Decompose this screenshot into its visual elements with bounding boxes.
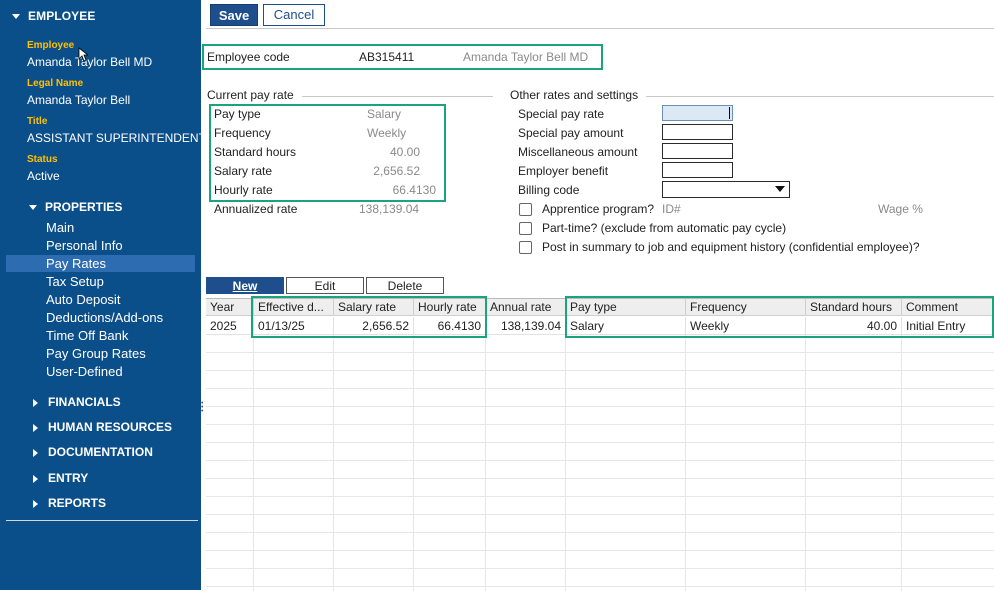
- grid-rate-highlight: [251, 296, 487, 338]
- title-value: ASSISTANT SUPERINTENDENT: [27, 131, 206, 145]
- section-financials[interactable]: FINANCIALS: [33, 395, 121, 409]
- standard-hours-label: Standard hours: [214, 145, 297, 159]
- sidebar-item-tax-setup[interactable]: Tax Setup: [6, 273, 195, 290]
- employee-label: Employee: [27, 40, 75, 51]
- pay-rates-grid: Year Effective d... Salary rate Hourly r…: [206, 298, 994, 591]
- pay-type-label: Pay type: [214, 107, 261, 121]
- chevron-right-icon: [33, 499, 38, 508]
- employee-value: Amanda Taylor Bell MD: [27, 55, 153, 69]
- sidebar-item-personal-info[interactable]: Personal Info: [6, 237, 195, 254]
- employer-benefit-input[interactable]: [662, 162, 733, 178]
- sidebar: EMPLOYEE Employee Amanda Taylor Bell MD …: [0, 0, 206, 590]
- cell-annual-rate: 138,139.04: [486, 317, 566, 335]
- chevron-down-icon: [775, 186, 785, 192]
- grid-paytype-highlight: [565, 296, 994, 338]
- post-summary-checkbox[interactable]: [519, 241, 532, 254]
- sidebar-item-pay-rates[interactable]: Pay Rates: [6, 255, 195, 272]
- sidebar-item-user-defined[interactable]: User-Defined: [6, 363, 195, 380]
- salary-rate-label: Salary rate: [214, 164, 273, 178]
- sidebar-item-pay-group-rates[interactable]: Pay Group Rates: [6, 345, 195, 362]
- section-documentation[interactable]: DOCUMENTATION: [33, 445, 153, 459]
- id-label: ID#: [662, 202, 681, 216]
- special-pay-rate-label: Special pay rate: [518, 107, 605, 121]
- empty-grid-lines: [206, 335, 994, 591]
- frequency-label: Frequency: [214, 126, 271, 140]
- employee-code-label: Employee code: [207, 50, 290, 64]
- legend-divider: [302, 96, 493, 97]
- part-time-checkbox[interactable]: [519, 222, 532, 235]
- chevron-right-icon: [33, 398, 38, 407]
- properties-section-header[interactable]: PROPERTIES: [29, 200, 122, 214]
- part-time-label: Part-time? (exclude from automatic pay c…: [542, 221, 787, 235]
- text-caret: [729, 107, 730, 119]
- apprentice-label: Apprentice program?: [542, 202, 655, 216]
- pay-type-value: Salary: [367, 107, 402, 121]
- billing-code-select[interactable]: [662, 181, 790, 198]
- other-rates-legend: Other rates and settings: [510, 88, 639, 102]
- legend-divider: [646, 96, 994, 97]
- legal-name-label: Legal Name: [27, 78, 84, 89]
- chevron-down-icon: [29, 205, 37, 211]
- employee-section-header[interactable]: EMPLOYEE: [12, 9, 95, 23]
- sidebar-divider: [6, 520, 198, 521]
- title-label: Title: [27, 116, 48, 127]
- cell-year: 2025: [206, 317, 254, 335]
- chevron-right-icon: [33, 448, 38, 457]
- annualized-rate-value: 138,139.04: [359, 202, 420, 216]
- hourly-rate-value: 66.4130: [392, 183, 436, 197]
- splitter-handle[interactable]: • • •: [201, 400, 205, 415]
- salary-rate-value: 2,656.52: [373, 164, 420, 178]
- sidebar-item-time-off-bank[interactable]: Time Off Bank: [6, 327, 195, 344]
- sidebar-item-deductions[interactable]: Deductions/Add-ons: [6, 309, 195, 326]
- employee-code-value: AB315411: [359, 50, 415, 64]
- cancel-button[interactable]: Cancel: [263, 4, 325, 26]
- save-button[interactable]: Save: [210, 4, 258, 26]
- status-value: Active: [27, 169, 60, 183]
- standard-hours-value: 40.00: [389, 145, 420, 159]
- special-pay-rate-input[interactable]: [662, 105, 733, 121]
- wage-label: Wage %: [878, 202, 923, 216]
- column-header-annual-rate[interactable]: Annual rate: [486, 299, 566, 316]
- current-pay-rate-legend: Current pay rate: [207, 88, 294, 102]
- mouse-cursor-icon: [78, 47, 88, 62]
- employer-benefit-label: Employer benefit: [518, 164, 609, 178]
- post-summary-label: Post in summary to job and equipment his…: [542, 240, 920, 254]
- legal-name-value: Amanda Taylor Bell: [27, 93, 131, 107]
- chevron-right-icon: [33, 423, 38, 432]
- new-button[interactable]: New: [206, 277, 284, 294]
- column-header-year[interactable]: Year: [206, 299, 254, 316]
- section-reports[interactable]: REPORTS: [33, 496, 106, 510]
- frequency-value: Weekly: [367, 126, 407, 140]
- chevron-right-icon: [33, 474, 38, 483]
- section-entry[interactable]: ENTRY: [33, 471, 88, 485]
- status-label: Status: [27, 154, 58, 165]
- section-human-resources[interactable]: HUMAN RESOURCES: [33, 420, 172, 434]
- annualized-rate-label: Annualized rate: [214, 202, 298, 216]
- hourly-rate-label: Hourly rate: [214, 183, 273, 197]
- misc-amount-input[interactable]: [662, 143, 733, 159]
- sidebar-item-auto-deposit[interactable]: Auto Deposit: [6, 291, 195, 308]
- special-pay-amount-input[interactable]: [662, 124, 733, 140]
- toolbar-divider: [206, 28, 994, 29]
- chevron-down-icon: [12, 14, 20, 20]
- sidebar-item-main[interactable]: Main: [6, 219, 195, 236]
- apprentice-checkbox[interactable]: [519, 203, 532, 216]
- billing-code-label: Billing code: [518, 183, 580, 197]
- edit-button[interactable]: Edit: [286, 277, 364, 294]
- special-pay-amount-label: Special pay amount: [518, 126, 624, 140]
- misc-amount-label: Miscellaneous amount: [518, 145, 638, 159]
- employee-name-value: Amanda Taylor Bell MD: [463, 50, 589, 64]
- delete-button[interactable]: Delete: [366, 277, 444, 294]
